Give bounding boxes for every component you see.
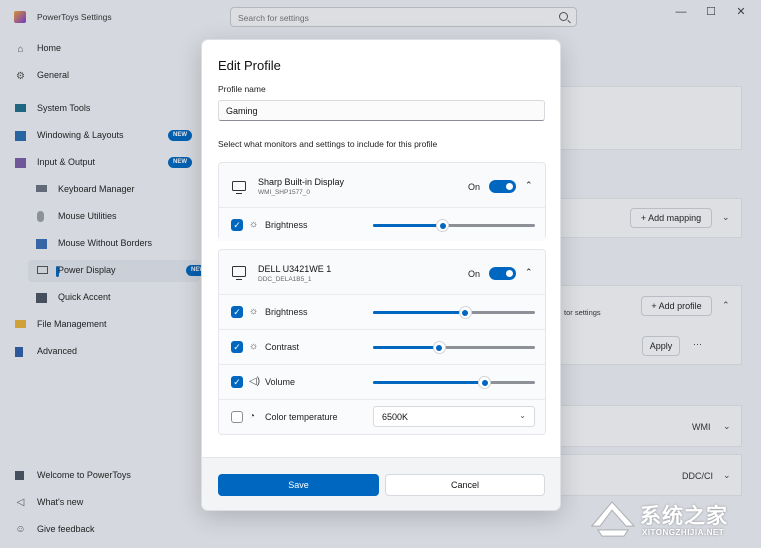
monitor-header: Sharp Built-in Display WMI_SHP1577_0 On … [219,163,545,207]
cancel-button[interactable]: Cancel [385,474,545,496]
profile-name-label: Profile name [218,84,266,94]
monitor-id: WMI_SHP1577_0 [258,189,311,196]
monitor-card: DELL U3421WE 1 DDC_DELA1B5_1 On ⌃ ✓ ☼ Br… [218,249,546,435]
color-temperature-checkbox[interactable] [231,411,243,423]
dialog-footer: Save Cancel [202,457,560,510]
setting-label: Brightness [265,220,308,230]
dialog-title: Edit Profile [218,58,281,73]
monitor-name: Sharp Built-in Display [258,177,345,187]
profile-name-input[interactable] [218,100,545,121]
toggle-label: On [468,269,481,279]
monitor-icon [232,266,246,280]
brightness-icon: ☼ [249,219,259,230]
volume-slider[interactable] [373,377,535,388]
slider-thumb[interactable] [479,377,491,388]
setting-row-brightness: ✓ ☼ Brightness [219,207,545,241]
monitor-toggle[interactable] [489,180,516,193]
watermark: 系统之家 XITONGZHIJIA.NET [586,492,756,544]
volume-icon: ◁) [249,376,261,387]
slider-thumb[interactable] [459,307,471,318]
slider-fill [373,381,485,384]
brightness-checkbox[interactable]: ✓ [231,306,243,318]
brightness-slider[interactable] [373,307,535,318]
slider-fill [373,311,466,314]
edit-profile-dialog: Edit Profile Profile name Select what mo… [201,39,561,511]
setting-label: Contrast [265,342,300,352]
setting-label: Color temperature [265,412,338,422]
section-label: Select what monitors and settings to inc… [218,139,438,149]
watermark-title: 系统之家 [640,504,728,528]
watermark-logo-icon [590,501,636,537]
contrast-slider[interactable] [373,342,535,353]
setting-row-contrast: ✓ ☼ Contrast [219,329,545,363]
setting-row-volume: ✓ ◁) Volume [219,364,545,398]
watermark-url: XITONGZHIJIA.NET [642,528,725,537]
setting-label: Brightness [265,307,308,317]
monitor-card: Sharp Built-in Display WMI_SHP1577_0 On … [218,162,546,241]
chevron-down-icon: ⌄ [519,411,526,420]
chevron-up-icon[interactable]: ⌃ [525,267,533,278]
slider-thumb[interactable] [437,220,449,231]
color-temperature-select[interactable]: 6500K ⌄ [373,406,535,427]
brightness-icon: ☼ [249,306,259,317]
setting-row-color-temperature: ◔ Color temperature 6500K ⌄ [219,399,545,433]
contrast-checkbox[interactable]: ✓ [231,341,243,353]
chevron-up-icon[interactable]: ⌃ [525,180,533,191]
monitor-header: DELL U3421WE 1 DDC_DELA1B5_1 On ⌃ [219,250,545,294]
brightness-checkbox[interactable]: ✓ [231,219,243,231]
monitor-toggle[interactable] [489,267,516,280]
setting-label: Volume [265,377,296,387]
toggle-label: On [468,182,481,192]
slider-fill [373,224,443,227]
monitor-id: DDC_DELA1B5_1 [258,276,312,283]
color-temperature-icon: ◔ [249,411,256,422]
brightness-slider[interactable] [373,220,535,231]
volume-checkbox[interactable]: ✓ [231,376,243,388]
slider-fill [373,346,440,349]
setting-row-brightness: ✓ ☼ Brightness [219,294,545,328]
contrast-icon: ☼ [249,341,259,352]
select-value: 6500K [382,412,409,422]
laptop-icon [232,181,246,194]
save-button[interactable]: Save [218,474,379,496]
slider-thumb[interactable] [433,342,445,353]
monitor-name: DELL U3421WE 1 [258,264,332,274]
